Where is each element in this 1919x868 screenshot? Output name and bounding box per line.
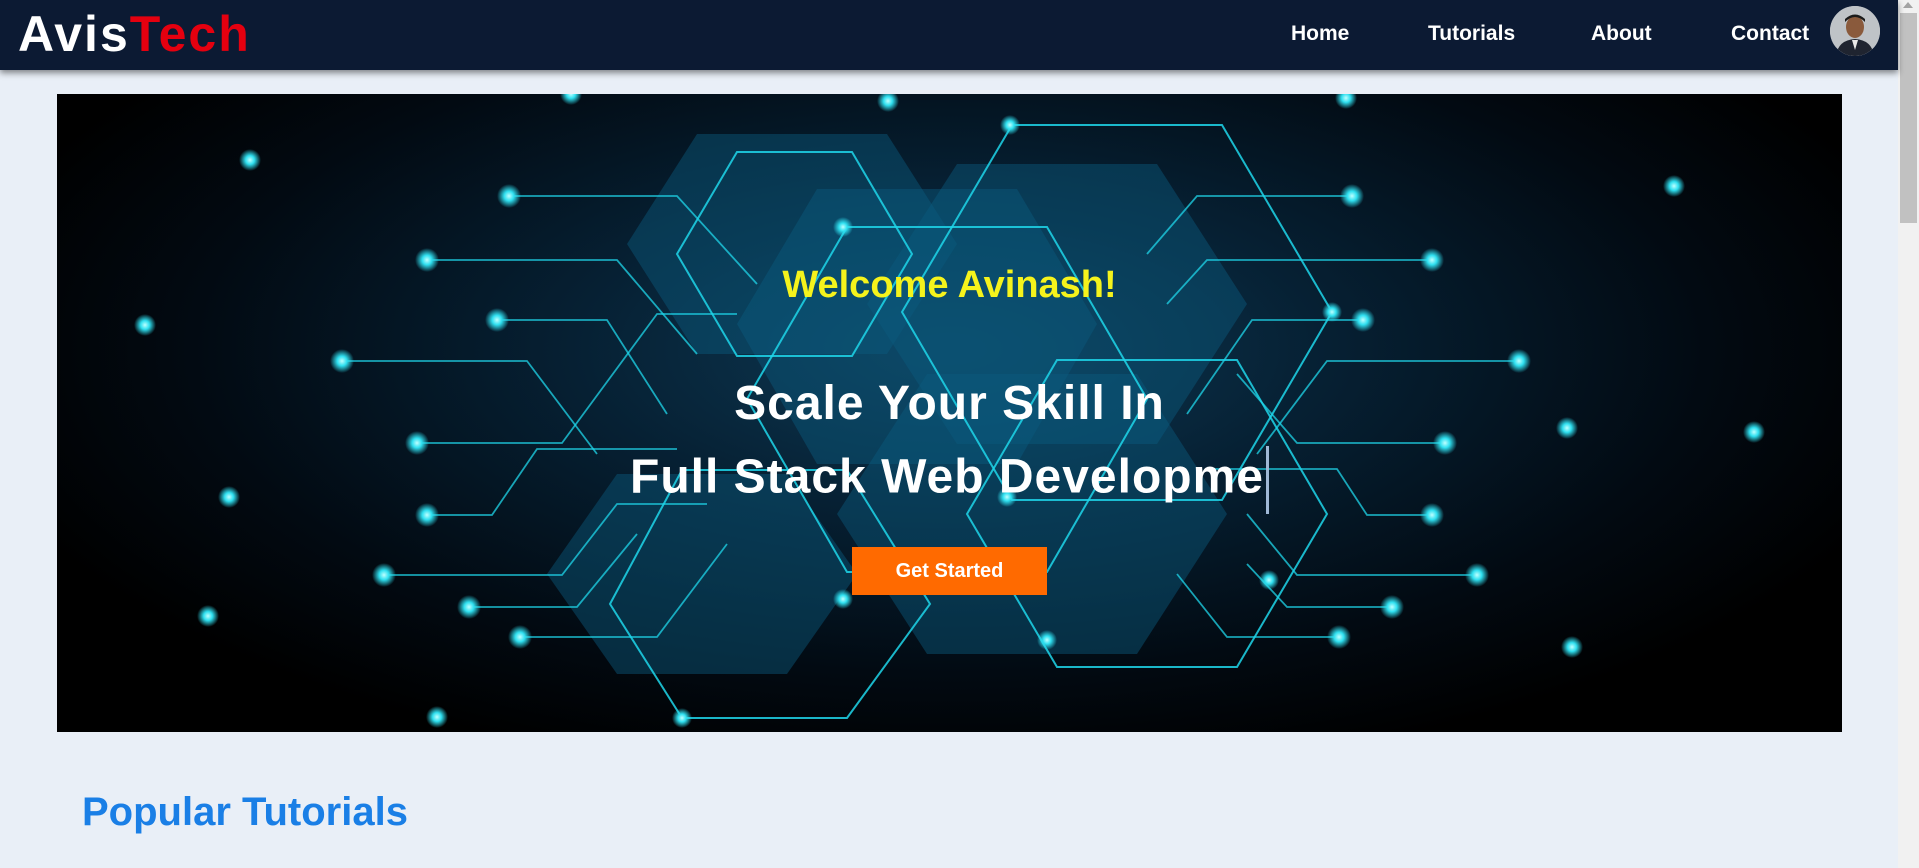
brand-logo-part2: Tech: [129, 6, 251, 62]
user-avatar-icon[interactable]: [1830, 6, 1880, 56]
get-started-button[interactable]: Get Started: [852, 547, 1047, 595]
nav-about[interactable]: About: [1591, 22, 1652, 46]
nav-tutorials[interactable]: Tutorials: [1428, 22, 1515, 46]
avatar-portrait: [1830, 6, 1880, 56]
hero-tagline-line1: Scale Your Skill In: [734, 377, 1165, 430]
brand-logo-part1: Avis: [18, 6, 130, 62]
scroll-thumb[interactable]: [1900, 13, 1917, 223]
hero-banner: Welcome Avinash! Scale Your Skill In Ful…: [57, 94, 1842, 732]
hero-tagline-line2: Full Stack Web Developme: [57, 446, 1842, 514]
typing-cursor: [1265, 446, 1269, 514]
typing-text: Full Stack Web Developme: [630, 450, 1264, 504]
popular-tutorials-heading: Popular Tutorials: [82, 790, 408, 834]
welcome-heading: Welcome Avinash!: [782, 264, 1117, 306]
top-navbar: AvisTech Home Tutorials About Contact: [0, 0, 1898, 70]
page-scrollbar[interactable]: [1898, 0, 1919, 868]
brand-logo[interactable]: AvisTech: [18, 6, 251, 62]
scroll-up-arrow-icon[interactable]: [1903, 2, 1913, 8]
nav-contact[interactable]: Contact: [1731, 22, 1809, 46]
nav-home[interactable]: Home: [1291, 22, 1349, 46]
